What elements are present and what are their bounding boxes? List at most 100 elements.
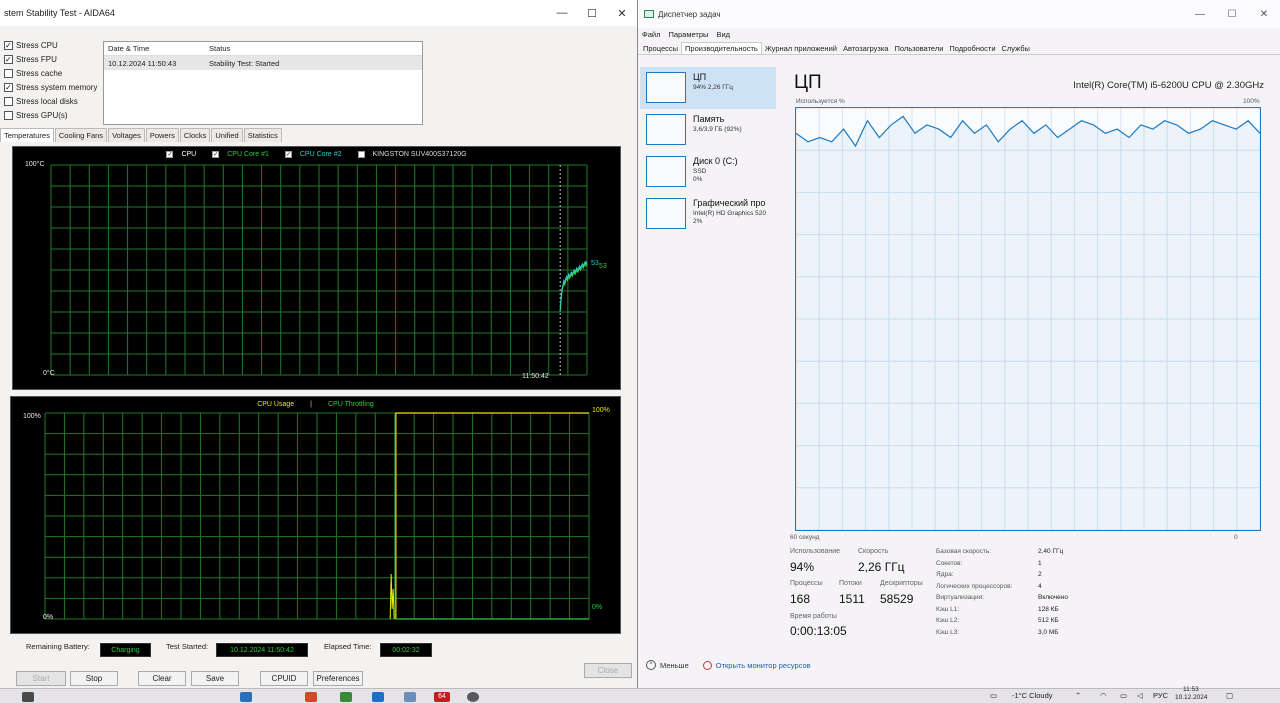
temp-time-label: 11:50:42 <box>522 373 549 380</box>
stress-option[interactable]: Stress local disks <box>4 94 97 108</box>
log-header-status[interactable]: Status <box>209 44 422 53</box>
language-indicator[interactable]: РУС <box>1153 691 1168 700</box>
checkbox[interactable] <box>4 68 13 78</box>
menu-item[interactable]: Вид <box>716 30 730 39</box>
log-status: Stability Test: Started <box>209 58 280 68</box>
log-date: 10.12.2024 11:50:43 <box>108 58 177 68</box>
minimize-button[interactable]: — <box>1184 9 1216 20</box>
graph-tabs: Temperatures Cooling Fans Voltages Powers Cl… <box>0 128 283 142</box>
clock-time[interactable]: 11:53 <box>1183 686 1199 693</box>
info-label: Сокетов: <box>936 559 963 567</box>
start-icon[interactable] <box>22 692 34 702</box>
usage-spike <box>389 573 395 620</box>
status-log: Date & Time Status 10.12.2024 11:50:43 S… <box>103 41 423 125</box>
stress-option[interactable]: Stress GPU(s) <box>4 108 97 122</box>
settings-icon[interactable] <box>467 692 479 702</box>
battery-value: Charging <box>100 643 151 657</box>
resource-monitor-icon <box>702 660 712 670</box>
wifi-icon[interactable]: ◠ <box>1100 691 1107 700</box>
sidebar-item-detail: 2% <box>693 218 703 225</box>
stress-option[interactable]: Stress CPU <box>4 38 97 52</box>
tab-powers[interactable]: Powers <box>145 128 179 142</box>
tab-clocks[interactable]: Clocks <box>179 128 211 142</box>
checkbox[interactable] <box>4 110 13 120</box>
cpu-utilization-plot <box>796 108 1260 530</box>
desktop-screen: stem Stability Test - AIDA64 — ☐ ✕ Stres… <box>0 0 1280 703</box>
checkbox[interactable] <box>4 82 13 92</box>
volume-icon[interactable]: ◁ <box>1137 691 1143 700</box>
battery-icon[interactable]: ▭ <box>1120 691 1127 700</box>
info-label: Логических процессоров: <box>936 582 1013 590</box>
menu-item[interactable]: Файл <box>642 30 660 39</box>
sidebar-item[interactable]: ЦП 94% 2,26 ГГц <box>640 67 776 109</box>
clear-button[interactable]: Clear <box>138 671 186 686</box>
weather-icon[interactable]: ▭ <box>990 691 997 700</box>
taskmgr-tab[interactable]: Службы <box>999 43 1033 54</box>
taskmgr-titlebar[interactable]: Диспетчер задач — ☐ ✕ <box>638 0 1280 28</box>
save-button[interactable]: Save <box>191 671 239 686</box>
mini-graph <box>646 156 686 187</box>
minimize-button[interactable]: — <box>547 7 577 20</box>
app-icon[interactable] <box>404 692 416 702</box>
sidebar-item[interactable]: Память 3,6/3,9 ГБ (92%) <box>640 109 776 151</box>
stress-option[interactable]: Stress FPU <box>4 52 97 66</box>
cpu-utilization-graph <box>795 107 1261 531</box>
maximize-button[interactable]: ☐ <box>1216 9 1248 20</box>
log-header-date[interactable]: Date & Time <box>104 44 209 53</box>
taskmgr-tab[interactable]: Автозагрузка <box>840 43 892 54</box>
store-icon[interactable] <box>372 692 384 702</box>
tab-unified[interactable]: Unified <box>211 128 243 142</box>
aida64-taskbar-icon[interactable]: 64 <box>434 692 450 702</box>
stress-option[interactable]: Stress cache <box>4 66 97 80</box>
notifications-icon[interactable]: ▢ <box>1226 691 1233 700</box>
taskmgr-tab[interactable]: Подробности <box>946 43 998 54</box>
menu-item[interactable]: Параметры <box>668 30 708 39</box>
aida64-window: stem Stability Test - AIDA64 — ☐ ✕ Stres… <box>0 0 638 688</box>
sidebar-item-title: Графический про <box>693 198 766 208</box>
browser-icon[interactable] <box>305 692 317 702</box>
log-row[interactable]: 10.12.2024 11:50:43 Stability Test: Star… <box>104 56 422 70</box>
taskmgr-tab[interactable]: Процессы <box>640 43 681 54</box>
aida64-titlebar[interactable]: stem Stability Test - AIDA64 — ☐ ✕ <box>0 0 637 26</box>
checkbox[interactable] <box>4 96 13 106</box>
taskmgr-tab[interactable]: Журнал приложений <box>762 43 840 54</box>
info-value: Включено <box>1038 594 1068 601</box>
threads-label: Потоки <box>839 580 862 587</box>
stop-button[interactable]: Stop <box>70 671 118 686</box>
stress-option[interactable]: Stress system memory <box>4 80 97 94</box>
graph-label: Используется % <box>796 98 845 105</box>
tab-temperatures[interactable]: Temperatures <box>0 128 54 142</box>
sidebar-item[interactable]: Диск 0 (C:) SSD 0% <box>640 151 776 193</box>
fewer-details-link[interactable]: ^ Меньше <box>646 660 689 670</box>
handles-value: 58529 <box>880 592 914 606</box>
taskmgr-tab[interactable]: Пользователи <box>891 43 946 54</box>
app-icon[interactable] <box>340 692 352 702</box>
taskmgr-tab[interactable]: Производительность <box>681 42 762 54</box>
sidebar-item[interactable]: Графический про Intel(R) HD Graphics 520 2… <box>640 193 776 235</box>
taskmgr-tabs: Процессы Производительность Журнал приложе… <box>638 41 1280 55</box>
tab-statistics[interactable]: Statistics <box>243 128 282 142</box>
graph-max: 100% <box>1243 98 1260 105</box>
weather-label[interactable]: -1°C Cloudy <box>1012 691 1053 700</box>
explorer-icon[interactable] <box>240 692 252 702</box>
cpuid-button[interactable]: CPUID <box>260 671 308 686</box>
clock-date[interactable]: 10.12.2024 <box>1175 694 1208 701</box>
open-resource-monitor-label: Открыть монитор ресурсов <box>715 660 811 670</box>
close-window-button[interactable]: ✕ <box>607 7 637 20</box>
checkbox[interactable] <box>4 54 13 64</box>
sidebar-item-title: Диск 0 (C:) <box>693 156 738 166</box>
tab-cooling-fans[interactable]: Cooling Fans <box>54 128 108 142</box>
checkbox[interactable] <box>4 40 13 50</box>
tray-expand-icon[interactable]: ⌃ <box>1075 691 1081 700</box>
tab-voltages[interactable]: Voltages <box>108 128 145 142</box>
info-label: Кэш L3: <box>936 628 960 636</box>
open-resource-monitor-link[interactable]: Открыть монитор ресурсов <box>702 660 811 670</box>
start-button[interactable]: Start <box>16 671 66 686</box>
handles-label: Дескрипторы <box>880 580 923 587</box>
preferences-button[interactable]: Preferences <box>313 671 363 686</box>
close-window-button[interactable]: ✕ <box>1248 9 1280 20</box>
close-button[interactable]: Close <box>584 663 632 678</box>
maximize-button[interactable]: ☐ <box>577 7 607 20</box>
cpu-title: ЦП <box>794 72 822 93</box>
graph-time: 60 секунд <box>790 534 820 541</box>
